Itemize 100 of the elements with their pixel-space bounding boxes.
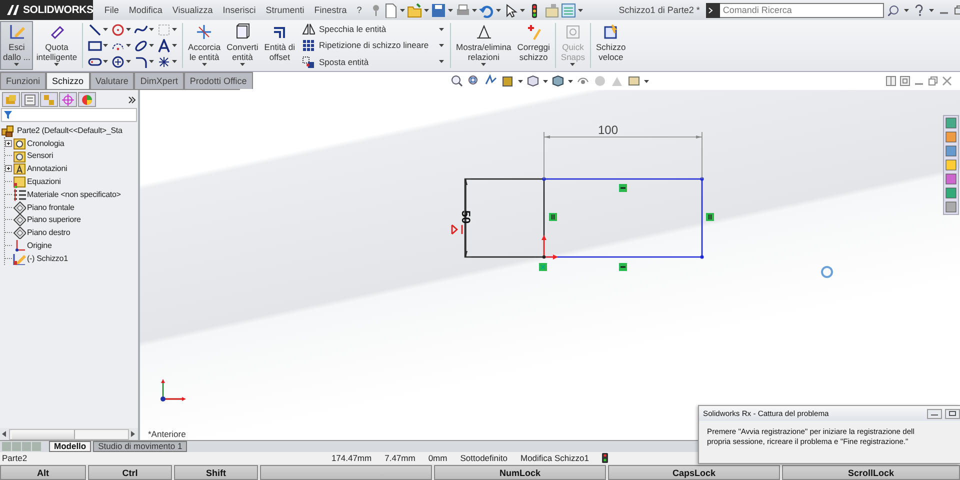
arrow-left-icon[interactable] (2, 431, 7, 437)
caret-icon[interactable] (644, 80, 649, 82)
restore-icon[interactable] (928, 76, 938, 86)
caret-icon[interactable] (103, 44, 108, 47)
tree-item[interactable]: Annotazioni (5, 162, 68, 176)
command-link[interactable]: Ripetizione di schizzo lineare (302, 39, 444, 52)
model-tab[interactable]: Modello (49, 441, 92, 452)
new-document-icon[interactable] (382, 2, 398, 18)
expand-toggle[interactable] (5, 140, 12, 147)
caret-icon[interactable] (172, 44, 178, 47)
caret-icon[interactable] (14, 63, 20, 66)
command-tab[interactable]: Prodotti Office (184, 72, 253, 89)
exit-sketch-icon[interactable] (8, 23, 26, 41)
menu-item[interactable]: ? (352, 5, 367, 15)
ribbon-button[interactable]: Accorcia le entità (185, 21, 224, 70)
display-settings-icon[interactable] (627, 74, 641, 88)
menu-item[interactable]: Finestra (309, 5, 352, 15)
text-icon[interactable] (157, 38, 172, 52)
quick-sketch-icon[interactable] (602, 23, 620, 41)
command-tab[interactable]: Valutare (90, 72, 134, 89)
ribbon-button[interactable]: Converti entità (224, 21, 262, 70)
search-field[interactable]: Comandi Ricerca (720, 2, 884, 18)
point-icon[interactable] (157, 54, 172, 68)
horizontal-scrollbar[interactable] (0, 428, 138, 440)
tree-item[interactable]: Piano destro (5, 226, 70, 240)
caret-icon[interactable] (928, 8, 934, 12)
caret-icon[interactable] (543, 80, 548, 82)
ribbon-button[interactable]: Quota intelligente (33, 21, 80, 70)
display-manager-icon[interactable] (81, 94, 93, 106)
command-link[interactable]: Specchia le entità (302, 23, 444, 36)
close-icon[interactable] (942, 76, 952, 86)
selected-sketch-rectangle[interactable] (542, 177, 704, 259)
pattern-icon[interactable] (302, 39, 316, 52)
save-icon[interactable] (430, 2, 446, 18)
circle-icon[interactable] (111, 22, 126, 36)
caret-icon[interactable] (904, 8, 909, 12)
relation-icon[interactable] (619, 263, 627, 271)
arrow-right-icon[interactable] (131, 431, 136, 437)
checklist-icon[interactable] (560, 2, 576, 18)
maximize-button[interactable] (945, 408, 960, 418)
caret-icon[interactable] (149, 28, 154, 31)
command-link[interactable]: Sposta entità (302, 56, 444, 68)
line-icon[interactable] (88, 22, 102, 36)
caret-icon[interactable] (149, 60, 154, 63)
command-tab[interactable]: DimXpert (134, 72, 184, 89)
menu-item[interactable]: Inserisci (218, 5, 261, 15)
trim-icon[interactable] (195, 23, 214, 41)
view-orientation-icon[interactable] (526, 74, 540, 88)
tree-item[interactable]: Materiale <non specificato> (5, 188, 121, 201)
tree-item[interactable]: Origine (5, 239, 52, 252)
caret-icon[interactable] (481, 63, 486, 66)
command-tab[interactable]: Funzioni (0, 72, 46, 89)
tile-right-icon[interactable] (900, 76, 910, 86)
ribbon-button[interactable]: Schizzo veloce (593, 21, 629, 70)
caret-icon[interactable] (54, 63, 60, 66)
property-manager-icon[interactable] (24, 94, 36, 106)
tree-item[interactable]: Cronologia (5, 136, 64, 150)
caret-icon[interactable] (172, 28, 178, 31)
pin-icon[interactable] (370, 4, 381, 16)
relation-icon[interactable] (706, 213, 714, 221)
minimize-button[interactable] (927, 408, 942, 418)
chevron-right-icon[interactable] (128, 96, 136, 104)
caret-icon[interactable] (400, 8, 405, 12)
rectangle-icon[interactable] (88, 38, 102, 52)
caret-icon[interactable] (568, 80, 573, 82)
dimension-value[interactable]: 50 (459, 210, 473, 224)
help-icon[interactable] (914, 4, 924, 16)
caret-icon[interactable] (172, 60, 178, 63)
caret-icon[interactable] (126, 60, 132, 63)
ribbon-button[interactable]: Esci dallo ... (0, 21, 34, 70)
caret-icon[interactable] (126, 44, 132, 47)
expand-toggle[interactable] (5, 165, 12, 172)
caret-icon[interactable] (578, 8, 583, 12)
caret-icon[interactable] (448, 8, 453, 12)
tree-item[interactable]: (-) Schizzo1 (5, 252, 68, 265)
ribbon-button[interactable]: Mostra/elimina relazioni (453, 21, 514, 70)
menu-item[interactable]: Strumenti (260, 5, 310, 15)
relations-icon[interactable] (474, 23, 493, 41)
dimxpert-icon[interactable] (62, 94, 74, 106)
caret-icon[interactable] (149, 44, 154, 47)
ribbon-button[interactable]: Correggi schizzo (514, 21, 553, 70)
caret-icon[interactable] (496, 8, 501, 12)
command-tab[interactable]: Schizzo (46, 72, 90, 89)
relation-icon[interactable] (619, 184, 627, 192)
display-style-icon[interactable] (551, 74, 565, 88)
caret-icon[interactable] (202, 63, 207, 66)
caret-icon[interactable] (424, 8, 429, 12)
menu-item[interactable]: Modifica (124, 5, 168, 15)
dimension-value[interactable]: 100 (598, 123, 618, 137)
model-tab[interactable]: Studio di movimento 1 (93, 441, 188, 452)
caret-icon[interactable] (520, 8, 525, 12)
menu-item[interactable]: File (99, 5, 124, 15)
tree-item[interactable]: Piano frontale (5, 200, 74, 214)
mirror-icon[interactable] (302, 23, 316, 36)
printer-icon[interactable] (454, 2, 470, 18)
caret-icon[interactable] (439, 60, 444, 64)
menu-item[interactable]: Visualizza (167, 5, 218, 15)
caret-icon[interactable] (103, 60, 108, 63)
filter-field[interactable] (1, 108, 137, 122)
tree-item[interactable]: Sensori (5, 150, 54, 162)
